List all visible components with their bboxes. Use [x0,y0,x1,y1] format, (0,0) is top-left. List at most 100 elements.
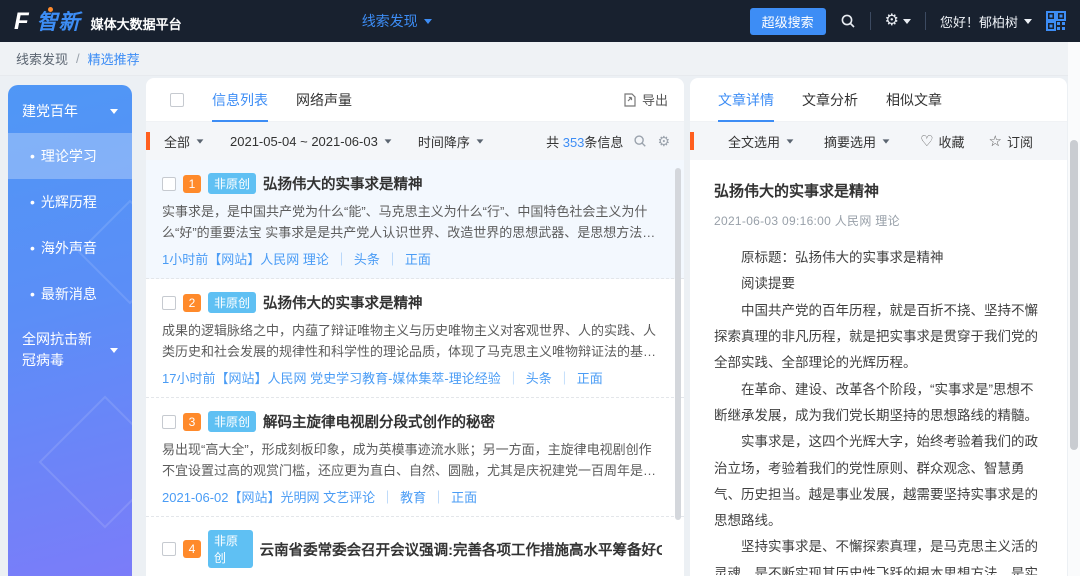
sidebar-item-最新消息[interactable]: •最新消息 [8,271,132,317]
filter-accent-bar [146,132,150,150]
item-title[interactable]: 解码主旋律电视剧分段式创作的秘密 [263,411,495,432]
nav-menu-clue-discovery[interactable]: 线索发现 [362,11,432,31]
info-list-panel: 信息列表网络声量 导出 全部 2021-05-04 ~ 2021-06-03 时… [146,78,684,576]
chevron-down-icon [787,139,794,143]
fulltext-select-dropdown[interactable]: 全文选用 [728,132,794,151]
chevron-down-icon [197,139,204,143]
item-title[interactable]: 云南省委常委会召开会议强调:完善各项工作措施高水平筹备好COP15 [260,539,662,560]
item-tag: 头条 [526,371,552,386]
article-content: 弘扬伟大的实事求是精神 2021-06-03 09:16:00 人民网 理论 原… [690,160,1067,575]
list-item[interactable]: 2非原创弘扬伟大的实事求是精神成果的逻辑脉络之中，内蕴了辩证唯物主义与历史唯物主… [146,279,684,398]
super-search-button[interactable]: 超级搜索 [750,8,826,35]
favorite-label: 收藏 [938,132,964,151]
tab-文章详情[interactable]: 文章详情 [718,78,774,122]
sidebar-item-label: 光辉历程 [41,194,97,210]
article-paragraph: 在革命、建设、改革各个阶段，“实事求是”思想不断继承发展，成为我们党长期坚持的思… [714,377,1045,430]
info-list: 1非原创弘扬伟大的实事求是精神实事求是，是中国共产党为什么“能”、马克思主义为什… [146,160,684,575]
export-icon [623,93,637,107]
item-checkbox[interactable] [162,296,176,310]
chevron-down-icon [110,348,118,353]
date-range-dropdown[interactable]: 2021-05-04 ~ 2021-06-03 [230,134,392,149]
article-detail-panel: 文章详情文章分析相似文章 全文选用 摘要选用 ♡ 收藏 ☆ 订阅 弘扬伟大的实事… [690,78,1067,576]
export-button[interactable]: 导出 [623,90,668,109]
list-item[interactable]: 1 非原创弘扬伟大的实事求是精神实事求是，是中国共产党为什么“能”、马克思主义为什… [146,160,684,279]
result-count: 共 353条信息 [546,132,623,151]
item-checkbox[interactable] [162,415,176,429]
favorite-button[interactable]: ♡ 收藏 [920,132,964,151]
chevron-down-icon [424,19,432,24]
tab-文章分析[interactable]: 文章分析 [802,78,858,122]
article-paragraph: 实事求是，这四个光辉大字，始终考验着我们的政治立场，考验着我们的党性原则、群众观… [714,429,1045,534]
breadcrumb: 线索发现 / 精选推荐 [0,42,1080,76]
rank-badge: 4 [183,540,201,558]
subscribe-button[interactable]: ☆ 订阅 [989,132,1033,151]
list-search-icon[interactable] [633,134,647,148]
breadcrumb-root[interactable]: 线索发现 [16,49,68,68]
sidebar-item-海外声音[interactable]: • 海外声音 [8,225,132,271]
item-meta: 2021-06-02【网站】光明网 文艺评论｜教育｜正面 [162,487,662,506]
sort-order-dropdown[interactable]: 时间降序 [418,132,484,151]
rank-badge: 1 [183,175,201,193]
list-item[interactable]: 3非原创解码主旋律电视剧分段式创作的秘密易出现“高大全”，形成刻板印象，成为英模… [146,398,684,517]
tab-信息列表[interactable]: 信息列表 [212,78,268,122]
star-icon: ☆ [989,132,1002,150]
scope-filter-dropdown[interactable]: 全部 [164,132,204,151]
chevron-down-icon [476,139,483,143]
search-icon[interactable] [840,13,856,29]
meta-separator: ｜ [432,490,445,505]
settings-gear-menu[interactable]: ⚙ [885,13,911,29]
list-scrollbar[interactable] [675,168,681,520]
sidebar-item-理论学习[interactable]: •理论学习 [8,133,132,179]
subscribe-label: 订阅 [1007,132,1033,151]
nav-menu-label: 线索发现 [362,11,418,31]
item-tag: 正面 [405,252,431,267]
article-paragraph: 中国共产党的百年历程，就是百折不挠、坚持不懈探索真理的非凡历程，就是把实事求是贯… [714,298,1045,377]
origin-type-badge: 非原创 [208,173,256,194]
breadcrumb-separator: / [76,51,80,66]
scope-filter-label: 全部 [164,132,190,151]
list-settings-gear-icon[interactable]: ⚙ [657,134,670,148]
list-item[interactable]: 4非原创云南省委常委会召开会议强调:完善各项工作措施高水平筹备好COP15。 会… [146,517,684,575]
select-all-checkbox[interactable] [170,93,184,107]
app-logo: F 智新 媒体大数据平台 [14,6,182,36]
meta-separator: ｜ [335,252,348,267]
user-greeting-menu[interactable]: 您好！郁柏树 [940,12,1032,31]
list-filter-bar: 全部 2021-05-04 ~ 2021-06-03 时间降序 共 353条信息… [146,122,684,160]
logo-f-mark: F [14,8,29,36]
article-paragraph: 坚持实事求是、不懈探索真理，是马克思主义活的灵魂，是不断实现其历史性飞跃的根本思… [714,534,1045,575]
item-summary: 易出现“高大全”，形成刻板印象，成为英模事迹流水账；另一方面，主旋律电视剧创作不… [162,439,662,481]
bullet-icon: • [30,286,35,302]
item-source: 2021-06-02【网站】光明网 文艺评论 [162,490,375,505]
sidebar-group-party-centenary[interactable]: 建党百年 [8,89,132,133]
item-meta: 17小时前【网站】人民网 党史学习教育-媒体集萃-理论经验｜头条｜正面 [162,368,662,387]
sidebar-group-covid[interactable]: 全网抗击新冠病毒 [8,317,132,383]
result-count-value: 353 [563,135,585,150]
qr-code-icon[interactable] [1046,11,1066,31]
item-tag: 正面 [577,371,603,386]
detail-action-bar: 全文选用 摘要选用 ♡ 收藏 ☆ 订阅 [690,122,1067,160]
date-range-label: 2021-05-04 ~ 2021-06-03 [230,134,378,149]
filter-accent-bar [690,132,694,150]
meta-separator: ｜ [507,371,520,386]
sidebar-item-光辉历程[interactable]: •光辉历程 [8,179,132,225]
item-checkbox[interactable] [162,177,176,191]
chevron-down-icon [110,109,118,114]
page-scrollbar-track[interactable] [1068,42,1080,576]
platform-title: 媒体大数据平台 [91,14,182,33]
sidebar-item-label: 海外声音 [41,240,97,256]
item-source: 1小时前【网站】人民网 理论 [162,252,329,267]
item-title[interactable]: 弘扬伟大的实事求是精神 [263,173,423,194]
article-meta: 2021-06-03 09:16:00 人民网 理论 [714,212,1045,229]
tab-网络声量[interactable]: 网络声量 [296,78,352,122]
item-summary: 实事求是，是中国共产党为什么“能”、马克思主义为什么“行”、中国特色社会主义为什… [162,201,662,243]
item-title[interactable]: 弘扬伟大的实事求是精神 [263,292,423,313]
abstract-select-dropdown[interactable]: 摘要选用 [824,132,890,151]
item-checkbox[interactable] [162,542,176,556]
page-scrollbar-thumb[interactable] [1070,140,1078,450]
tab-相似文章[interactable]: 相似文章 [886,78,942,122]
sidebar-group-label: 建党百年 [22,101,78,121]
item-summary: 成果的逻辑脉络之中，内蕴了辩证唯物主义与历史唯物主义对客观世界、人的实践、人类历… [162,320,662,362]
item-meta: 1小时前【网站】人民网 理论｜头条｜正面 [162,249,662,268]
meta-separator: ｜ [381,490,394,505]
bullet-icon: • [30,240,35,256]
